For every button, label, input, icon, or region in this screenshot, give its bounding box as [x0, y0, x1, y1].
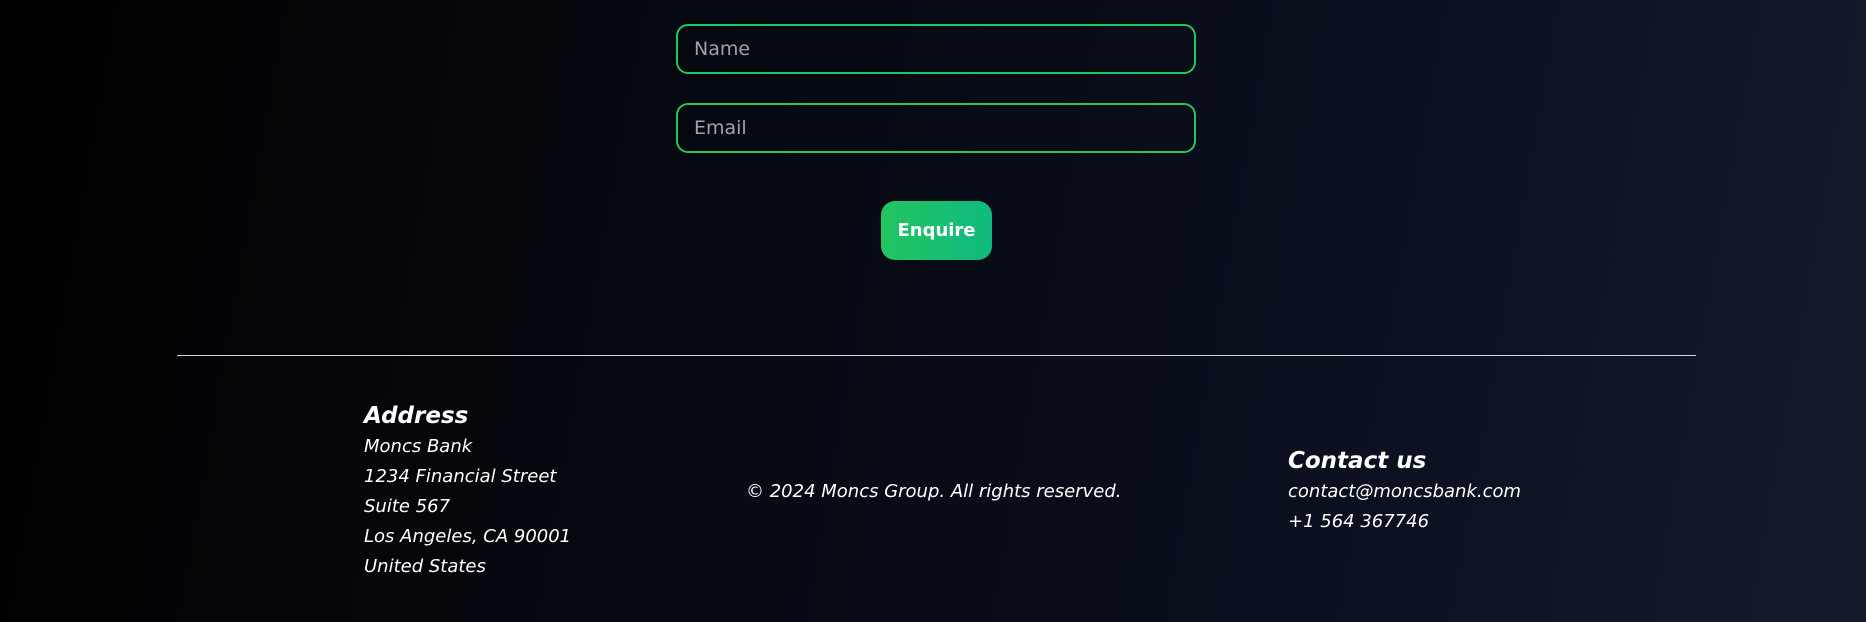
contact-email[interactable]: contact@moncsbank.com — [1288, 477, 1521, 507]
address-section: Address Moncs Bank 1234 Financial Street… — [364, 400, 571, 582]
name-input[interactable] — [676, 24, 1196, 74]
footer-divider — [177, 355, 1696, 356]
address-line: Los Angeles, CA 90001 — [364, 526, 572, 547]
contact-section: Contact us contact@moncsbank.com +1 564 … — [1288, 445, 1521, 537]
address-line: Suite 567 — [364, 496, 451, 517]
copyright-text: © 2024 Moncs Group. All rights reserved. — [746, 481, 1122, 502]
email-input[interactable] — [676, 103, 1196, 153]
contact-phone[interactable]: +1 564 367746 — [1288, 507, 1521, 537]
address-line: United States — [364, 556, 486, 577]
contact-heading: Contact us — [1288, 448, 1427, 474]
address-line: 1234 Financial Street — [364, 466, 557, 487]
enquire-button[interactable]: Enquire — [881, 201, 992, 260]
address-line: Moncs Bank — [364, 436, 473, 457]
address-heading: Address — [364, 403, 469, 429]
